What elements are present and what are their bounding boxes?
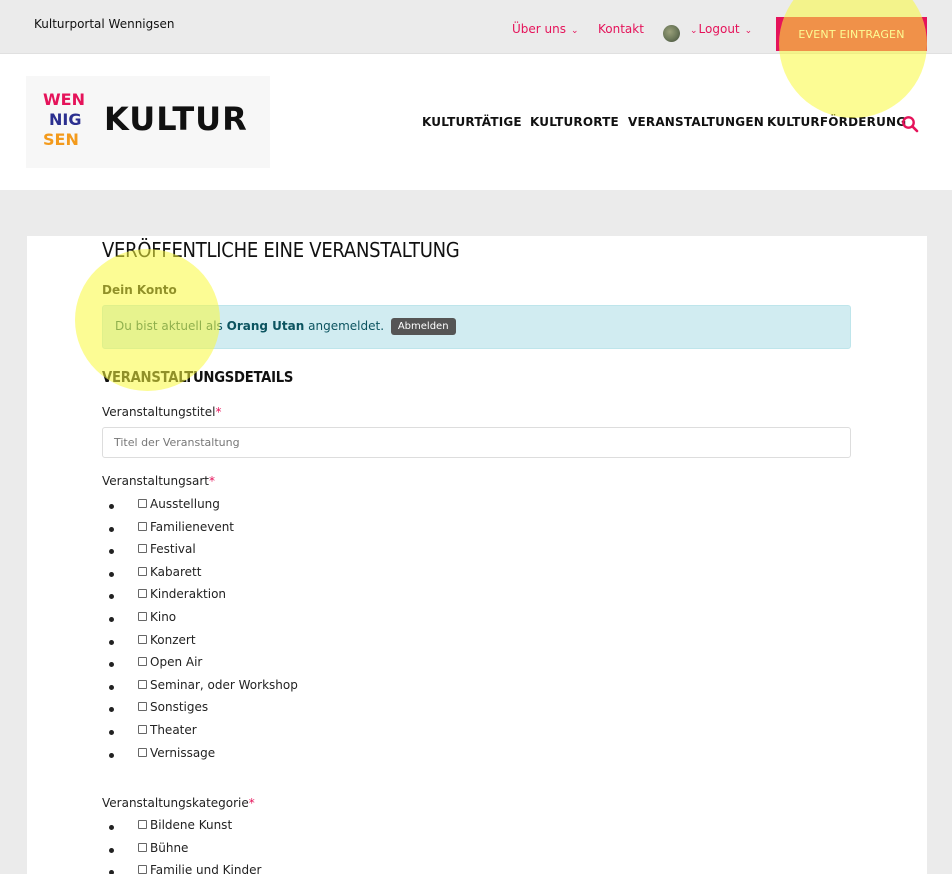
list-item: Sonstiges (109, 700, 208, 724)
nav-kontakt[interactable]: Kontakt (598, 22, 644, 36)
list-item: Vernissage (109, 746, 215, 770)
alert-suffix: angemeldet. (308, 319, 385, 333)
checkbox[interactable] (138, 842, 147, 852)
account-heading: Dein Konto (102, 283, 177, 297)
title-field-label: Veranstaltungstitel* (102, 405, 221, 419)
option-label[interactable]: Familienevent (150, 520, 234, 534)
checkbox[interactable] (138, 679, 147, 689)
checkbox[interactable] (138, 747, 147, 757)
list-item: Bildene Kunst (109, 818, 232, 842)
nav-veranstaltungen[interactable]: VERANSTALTUNGEN (628, 115, 764, 129)
search-icon[interactable] (901, 115, 919, 133)
checkbox[interactable] (138, 634, 147, 644)
list-item: Bühne (109, 841, 188, 865)
list-item: Seminar, oder Workshop (109, 678, 298, 702)
checkbox[interactable] (138, 521, 147, 531)
logo-letters-row-3: SEN (43, 130, 79, 149)
nav-kulturfoerderung[interactable]: KULTURFÖRDERUNG (767, 115, 906, 129)
title-field-label-text: Veranstaltungstitel (102, 405, 216, 419)
option-label[interactable]: Seminar, oder Workshop (150, 678, 298, 692)
list-item: Familienevent (109, 520, 234, 544)
chevron-down-icon: ⌄ (744, 26, 753, 36)
checkbox[interactable] (138, 820, 147, 829)
title-input[interactable]: Titel der Veranstaltung (102, 427, 851, 458)
checkbox[interactable] (138, 702, 147, 712)
checkbox[interactable] (138, 544, 147, 554)
abmelden-button[interactable]: Abmelden (390, 318, 456, 335)
section-heading: VERANSTALTUNGSDETAILS (102, 368, 294, 386)
checkbox[interactable] (138, 566, 147, 576)
checkbox[interactable] (138, 499, 147, 508)
nav-logout[interactable]: ⌄Logout ⌄ (690, 22, 752, 36)
logo-wordmark: KULTUR (104, 100, 248, 138)
checkbox[interactable] (138, 865, 147, 874)
alert-prefix: Du bist aktuell als (115, 319, 223, 333)
checkbox[interactable] (138, 657, 147, 667)
list-item: Festival (109, 542, 196, 566)
login-status-alert: Du bist aktuell als Orang Utan angemelde… (102, 305, 851, 349)
option-label[interactable]: Konzert (150, 633, 196, 647)
option-label[interactable]: Ausstellung (150, 497, 220, 511)
option-label[interactable]: Sonstiges (150, 700, 208, 714)
checkbox[interactable] (138, 724, 147, 734)
top-bar: Kulturportal Wennigsen Über uns ⌄ Kontakt… (0, 5, 952, 54)
site-name: Kulturportal Wennigsen (34, 17, 175, 31)
option-label[interactable]: Theater (150, 723, 197, 737)
list-item: Open Air (109, 655, 202, 679)
list-item: Theater (109, 723, 197, 747)
logo-mark: WEN NIG SEN (43, 92, 99, 152)
category-options-list: Bildene Kunst Bühne Familie und Kinder (109, 818, 261, 874)
category-field-label: Veranstaltungskategorie* (102, 796, 255, 810)
chevron-down-icon: ⌄ (571, 26, 579, 36)
logo-letters-row-1: WEN (43, 90, 85, 109)
type-options-list: Ausstellung Familienevent Festival Kabar… (109, 497, 298, 770)
checkbox[interactable] (138, 589, 147, 599)
required-marker: * (215, 405, 222, 419)
logo-letters-row-2: NIG (49, 110, 82, 129)
page-title: VERÖFFENTLICHE EINE VERANSTALTUNG (102, 238, 460, 262)
required-marker: * (248, 796, 255, 810)
event-eintragen-button[interactable]: EVENT EINTRAGEN (776, 17, 927, 51)
nav-kulturtaetige[interactable]: KULTURTÄTIGE (422, 115, 522, 129)
option-label[interactable]: Festival (150, 542, 196, 556)
category-field-label-text: Veranstaltungskategorie (102, 796, 249, 810)
list-item: Kinderaktion (109, 587, 226, 611)
option-label[interactable]: Bildene Kunst (150, 818, 232, 832)
nav-kulturorte[interactable]: KULTURORTE (530, 115, 619, 129)
option-label[interactable]: Bühne (150, 841, 188, 855)
option-label[interactable]: Open Air (150, 655, 202, 669)
required-marker: * (208, 474, 215, 488)
alert-username: Orang Utan (226, 319, 305, 333)
option-label[interactable]: Familie und Kinder (150, 863, 261, 874)
type-field-label-text: Veranstaltungsart (102, 474, 209, 488)
site-logo[interactable]: WEN NIG SEN KULTUR (26, 76, 270, 168)
option-label[interactable]: Kinderaktion (150, 587, 226, 601)
list-item: Kino (109, 610, 176, 634)
list-item: Konzert (109, 633, 196, 657)
nav-ueber-uns-label: Über uns (512, 22, 566, 36)
checkbox[interactable] (138, 611, 147, 621)
avatar[interactable] (663, 25, 680, 42)
chevron-down-icon: ⌄ (690, 26, 698, 36)
nav-logout-label: Logout (698, 22, 740, 36)
option-label[interactable]: Vernissage (150, 746, 215, 760)
option-label[interactable]: Kino (150, 610, 176, 624)
list-item: Kabarett (109, 565, 201, 589)
site-header: WEN NIG SEN KULTUR KULTURTÄTIGE KULTUROR… (0, 54, 952, 190)
option-label[interactable]: Kabarett (150, 565, 201, 579)
nav-ueber-uns[interactable]: Über uns ⌄ (512, 22, 579, 36)
list-item: Familie und Kinder (109, 863, 261, 874)
type-field-label: Veranstaltungsart* (102, 474, 215, 488)
list-item: Ausstellung (109, 497, 220, 521)
